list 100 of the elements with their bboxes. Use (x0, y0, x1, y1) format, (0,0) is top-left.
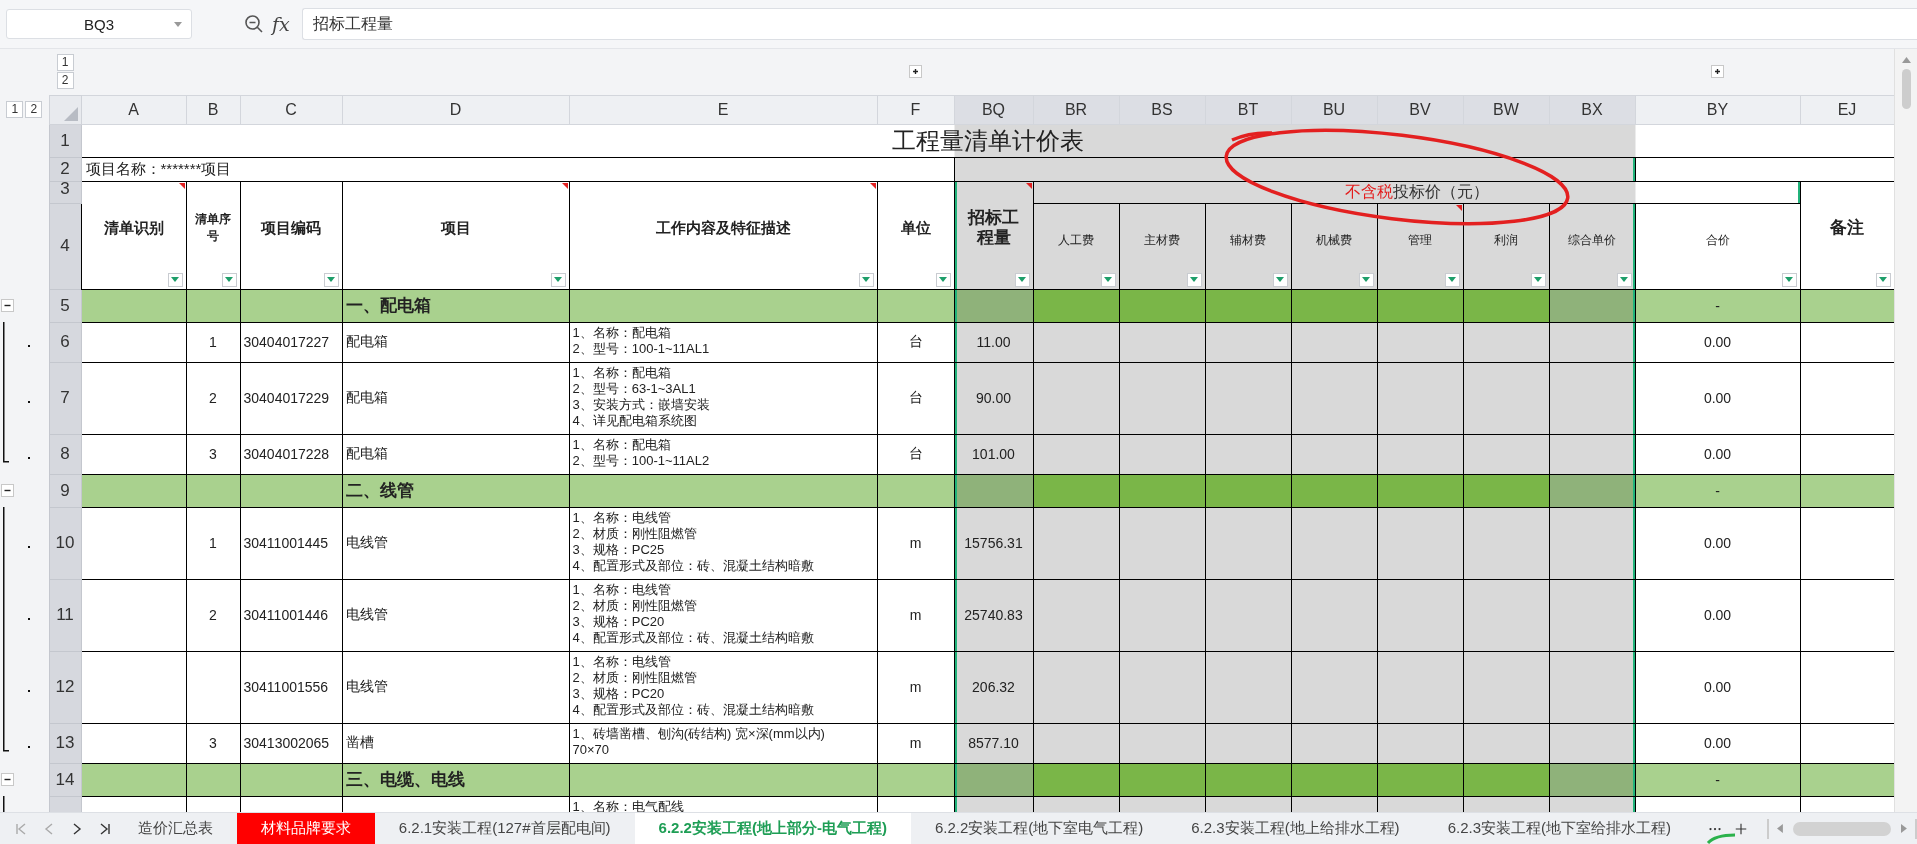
description-cell: 1、名称：电线管 2、材质：刚性阻燃管 3、规格：PC25 4、配置形式及部位：砖、混凝土结构暗敷 (569, 507, 877, 579)
column-header[interactable]: F (877, 95, 954, 124)
column-header[interactable]: EJ (1800, 95, 1894, 124)
column-title: 清单序号 (194, 211, 232, 245)
scroll-right-icon[interactable] (1901, 824, 1907, 833)
row-number[interactable]: 2 (49, 157, 81, 181)
column-header[interactable]: BR (1033, 95, 1119, 124)
function-label[interactable]: fx (272, 13, 290, 35)
collapse-icon[interactable] (1, 299, 14, 312)
row-number[interactable]: 14 (49, 763, 81, 796)
table-cell: 凿槽 (342, 723, 569, 763)
column-header[interactable]: BW (1463, 95, 1549, 124)
column-header[interactable]: C (240, 95, 342, 124)
filter-dropdown-button[interactable] (935, 272, 951, 287)
table-cell: 1 (186, 322, 240, 362)
row-number[interactable]: 9 (49, 474, 81, 507)
collapse-icon[interactable] (1, 484, 14, 497)
zoom-out-icon[interactable] (244, 14, 264, 34)
column-title: 主材费 (1144, 231, 1180, 249)
more-icon[interactable] (1709, 826, 1721, 831)
table-cell: 2 (186, 362, 240, 434)
skip-left-icon[interactable] (14, 821, 28, 836)
sheet-tab[interactable]: 材料品牌要求 (236, 813, 375, 844)
filter-dropdown-button[interactable] (323, 272, 339, 287)
sheet-title: 工程量清单计价表 (81, 124, 1894, 157)
skip-right-icon[interactable] (98, 821, 112, 836)
column-header[interactable]: BT (1205, 95, 1291, 124)
scrollbar-thumb[interactable] (1792, 821, 1892, 836)
column-header[interactable]: A (81, 95, 186, 124)
table-cell: 8577.10 (954, 723, 1033, 763)
filter-dropdown-button[interactable] (1186, 272, 1202, 287)
filter-dropdown-button[interactable] (1616, 272, 1632, 287)
table-cell: 二、线管 (342, 474, 569, 507)
filter-dropdown-button[interactable] (1530, 272, 1546, 287)
column-header[interactable]: D (342, 95, 569, 124)
filter-dropdown-button[interactable] (167, 272, 183, 287)
outline-level-button[interactable]: 2 (56, 72, 74, 90)
sheet-tab[interactable]: 6.2.1安装工程(127#首层配电间) (374, 813, 635, 844)
column-title: 利润 (1494, 231, 1518, 249)
row-number[interactable]: 3 (49, 181, 81, 203)
sheet-tab[interactable]: 6.2.3安装工程(地下室给排水工程) (1423, 813, 1695, 844)
filter-dropdown-button[interactable] (1100, 272, 1116, 287)
table-cell: 0.00 (1635, 723, 1800, 763)
column-header[interactable]: BQ (954, 95, 1033, 124)
column-header[interactable]: E (569, 95, 877, 124)
filter-dropdown-button[interactable] (221, 272, 237, 287)
scroll-up-icon[interactable] (1901, 57, 1911, 63)
filter-dropdown-button[interactable] (858, 272, 874, 287)
column-title: 项目编码 (261, 218, 321, 238)
outline-level-button[interactable]: 2 (25, 101, 43, 118)
row-number[interactable]: 4 (49, 203, 81, 289)
table-cell: 台 (877, 434, 954, 474)
row-number[interactable]: 5 (49, 289, 81, 322)
table-cell: 3 (186, 434, 240, 474)
vertical-scrollbar[interactable] (1894, 49, 1917, 812)
column-header[interactable]: BS (1119, 95, 1205, 124)
row-number[interactable]: 13 (49, 723, 81, 763)
horizontal-scrollbar[interactable] (1767, 818, 1917, 839)
formula-field[interactable]: 招标工程量 (301, 8, 1917, 40)
column-title: 备注 (1830, 218, 1864, 238)
scroll-left-icon[interactable] (1777, 824, 1783, 833)
filter-dropdown-button[interactable] (1444, 272, 1460, 287)
expand-group-icon[interactable] (1711, 65, 1724, 79)
column-title: 管理 (1408, 231, 1432, 249)
description-cell: 1、名称：配电箱 2、型号：100-1~11AL1 (569, 322, 877, 362)
filter-dropdown-button[interactable] (1781, 272, 1797, 287)
filter-dropdown-button[interactable] (550, 272, 566, 287)
column-header[interactable]: B (186, 95, 240, 124)
expand-group-icon[interactable] (909, 65, 922, 79)
column-header[interactable]: BX (1549, 95, 1635, 124)
column-title: 招标工程量 (966, 208, 1020, 248)
row-number[interactable]: 7 (49, 362, 81, 434)
column-header[interactable]: BY (1635, 95, 1800, 124)
row-number[interactable]: 10 (49, 507, 81, 579)
filter-dropdown-button[interactable] (1014, 272, 1030, 287)
outline-level-button[interactable]: 1 (56, 54, 74, 72)
table-cell: 1 (186, 507, 240, 579)
filter-dropdown-button[interactable] (1272, 272, 1288, 287)
column-title: 项目 (440, 218, 471, 238)
sheet-tab[interactable]: 6.2.3安装工程(地上给排水工程) (1167, 813, 1424, 844)
filter-dropdown-button[interactable] (1358, 272, 1374, 287)
table-cell: 30411001445 (240, 507, 342, 579)
project-name: 项目名称：*******项目 (81, 157, 954, 181)
name-box[interactable]: BQ3 (6, 9, 192, 39)
sheet-tab[interactable]: 6.2.2安装工程(地下室电气工程) (910, 813, 1168, 844)
collapse-icon[interactable] (1, 773, 14, 786)
column-header[interactable]: BV (1377, 95, 1463, 124)
filter-dropdown-button[interactable] (1875, 272, 1891, 287)
sheet-tab[interactable]: 造价汇总表 (113, 813, 237, 844)
row-number[interactable]: 8 (49, 434, 81, 474)
table-cell: m (877, 507, 954, 579)
row-number[interactable]: 12 (49, 651, 81, 723)
outline-level-button[interactable]: 1 (6, 101, 24, 118)
column-header[interactable]: BU (1291, 95, 1377, 124)
table-cell: 206.32 (954, 651, 1033, 723)
row-number[interactable]: 6 (49, 322, 81, 362)
scrollbar-thumb[interactable] (1901, 69, 1911, 109)
row-number[interactable]: 1 (49, 124, 81, 157)
table-cell: - (1635, 289, 1800, 322)
row-number[interactable]: 11 (49, 579, 81, 651)
